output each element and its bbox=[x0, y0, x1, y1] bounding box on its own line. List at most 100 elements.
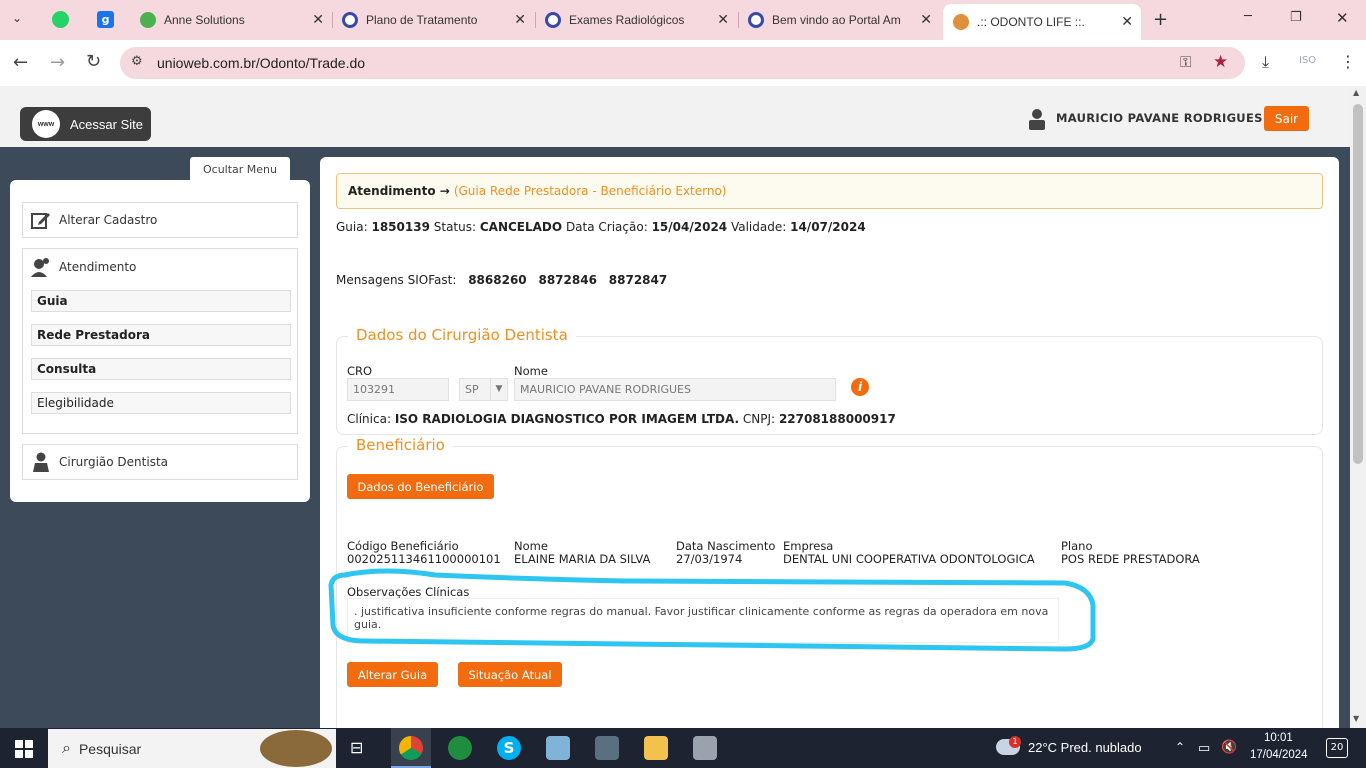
tab-search-chevron-icon[interactable]: ⌄ bbox=[12, 11, 22, 25]
menu-cirurgiao-dentista[interactable]: Cirurgião Dentista bbox=[22, 444, 298, 480]
back-button[interactable]: ← bbox=[13, 52, 28, 73]
chevron-down-icon[interactable]: ▼ bbox=[490, 379, 507, 400]
cro-field[interactable]: 103291 bbox=[347, 378, 449, 401]
scroll-up-arrow-icon[interactable]: ▲ bbox=[1353, 88, 1359, 97]
menu-alterar-cadastro-label: Alterar Cadastro bbox=[59, 213, 158, 227]
close-tab-icon[interactable]: ✕ bbox=[514, 11, 526, 28]
tab-portal[interactable]: Bem vindo ao Portal Am ✕ bbox=[740, 4, 940, 36]
browser-menu-icon[interactable]: ⋮ bbox=[1340, 52, 1356, 71]
logout-button[interactable]: Sair bbox=[1264, 106, 1309, 131]
tab-divider bbox=[332, 12, 333, 28]
restore-button[interactable]: ❐ bbox=[1290, 10, 1302, 25]
clinica-line: Clínica: ISO RADIOLOGIA DIAGNOSTICO POR … bbox=[347, 412, 896, 426]
criacao-label: Data Criação: bbox=[565, 220, 648, 234]
tab-anne-solutions[interactable]: Anne Solutions ✕ bbox=[132, 4, 332, 36]
minimize-button[interactable]: ─ bbox=[1244, 9, 1252, 24]
menu-atendimento-label: Atendimento bbox=[59, 260, 137, 274]
cnpj-value: 22708188000917 bbox=[778, 412, 896, 426]
notification-center-icon[interactable]: 20 bbox=[1326, 738, 1348, 758]
calculator-taskbar-icon[interactable] bbox=[595, 736, 619, 760]
globe-app-taskbar-icon[interactable] bbox=[448, 736, 472, 760]
plano-label: Plano bbox=[1061, 539, 1093, 553]
sidebar-item-rede-prestadora[interactable]: Rede Prestadora bbox=[31, 324, 291, 346]
tab-odonto-life[interactable]: .:: ODONTO LIFE ::. ✕ bbox=[943, 4, 1141, 40]
hide-menu-tab[interactable]: Ocultar Menu bbox=[190, 157, 290, 181]
url-text[interactable]: unioweb.com.br/Odonto/Trade.do bbox=[157, 55, 365, 71]
new-tab-button[interactable]: + bbox=[1153, 9, 1168, 30]
beneficiario-legend: Beneficiário bbox=[348, 436, 453, 454]
sidebar-item-elegibilidade[interactable]: Elegibilidade bbox=[31, 392, 291, 414]
scrollbar-thumb[interactable] bbox=[1353, 104, 1363, 464]
anne-favicon-icon bbox=[140, 12, 156, 28]
bookmark-star-icon[interactable]: ★ bbox=[1213, 52, 1228, 72]
acessar-site-label: Acessar Site bbox=[70, 116, 143, 132]
windows-start-icon[interactable] bbox=[15, 740, 33, 758]
acessar-site-button[interactable]: www Acessar Site bbox=[20, 107, 151, 141]
dados-beneficiario-button[interactable]: Dados do Beneficiário bbox=[347, 474, 494, 499]
mensagens-label: Mensagens SIOFast: bbox=[336, 273, 457, 287]
weather-text[interactable]: 22°C Pred. nublado bbox=[1028, 740, 1142, 755]
tab-divider bbox=[738, 12, 739, 28]
tab-divider bbox=[535, 12, 536, 28]
breadcrumb-subtitle: (Guia Rede Prestadora - Beneficiário Ext… bbox=[453, 184, 727, 198]
close-tab-icon[interactable]: ✕ bbox=[1121, 13, 1133, 30]
menu-alterar-cadastro[interactable]: Alterar Cadastro bbox=[22, 202, 298, 238]
g-pinned-tab-icon[interactable]: g bbox=[97, 11, 114, 28]
notes-app-taskbar-icon[interactable] bbox=[546, 736, 570, 760]
guia-label: Guia: bbox=[336, 220, 368, 234]
menu-atendimento[interactable]: Atendimento bbox=[23, 249, 297, 285]
scroll-down-arrow-icon[interactable]: ▼ bbox=[1353, 714, 1359, 723]
sidebar-item-guia[interactable]: Guia bbox=[31, 290, 291, 312]
odonto-favicon-icon bbox=[953, 14, 969, 30]
cro-label: CRO bbox=[347, 364, 373, 378]
chrome-taskbar-icon[interactable] bbox=[399, 736, 423, 760]
url-omnibox[interactable]: ⚙ unioweb.com.br/Odonto/Trade.do ⚿ ★ bbox=[120, 47, 1245, 79]
show-hidden-icons-chevron-icon[interactable]: ⌃ bbox=[1175, 740, 1185, 754]
alterar-guia-button[interactable]: Alterar Guia bbox=[347, 662, 438, 687]
volume-muted-icon[interactable]: 🔇 bbox=[1221, 739, 1237, 755]
close-tab-icon[interactable]: ✕ bbox=[717, 11, 729, 28]
reload-button[interactable]: ↻ bbox=[86, 51, 101, 72]
close-window-button[interactable]: ✕ bbox=[1336, 9, 1349, 27]
extension-iso-icon[interactable]: ISO bbox=[1299, 55, 1316, 66]
network-icon[interactable]: ▭ bbox=[1198, 740, 1210, 756]
password-key-icon[interactable]: ⚿ bbox=[1180, 53, 1191, 71]
close-tab-icon[interactable]: ✕ bbox=[920, 11, 932, 28]
cnpj-label: CNPJ: bbox=[742, 412, 776, 426]
taskbar-search-placeholder: Pesquisar bbox=[78, 740, 142, 757]
sidebar-menu: Alterar Cadastro Atendimento Guia Rede P… bbox=[10, 180, 310, 502]
tab-plano-tratamento[interactable]: Plano de Tratamento ✕ bbox=[334, 4, 534, 36]
task-view-icon[interactable]: ⊟ bbox=[350, 738, 363, 757]
nome-dentista-field[interactable]: MAURICIO PAVANE RODRIGUES bbox=[514, 378, 836, 401]
clock-date[interactable]: 17/04/2024 bbox=[1250, 749, 1308, 761]
validade-label: Validade: bbox=[730, 220, 787, 234]
dentist-person-icon bbox=[33, 452, 49, 472]
file-explorer-taskbar-icon[interactable] bbox=[644, 736, 668, 760]
uf-selected-value: SP bbox=[465, 383, 479, 396]
taskbar-search[interactable]: ⌕ Pesquisar bbox=[48, 729, 336, 768]
printer-app-taskbar-icon[interactable] bbox=[693, 736, 717, 760]
page-header: www Acessar Site MAURICIO PAVANE RODRIGU… bbox=[0, 86, 1350, 147]
sidebar-item-consulta[interactable]: Consulta bbox=[31, 358, 291, 380]
whatsapp-pinned-tab-icon[interactable] bbox=[52, 11, 69, 28]
browser-tab-bar: ⌄ g Anne Solutions ✕ Plano de Tratamento… bbox=[0, 0, 1366, 40]
clock-time[interactable]: 10:01 bbox=[1264, 732, 1293, 744]
support-agent-icon bbox=[31, 258, 49, 277]
site-info-icon[interactable]: ⚙ bbox=[131, 54, 143, 69]
close-tab-icon[interactable]: ✕ bbox=[312, 11, 324, 28]
situacao-atual-button[interactable]: Situação Atual bbox=[458, 662, 562, 687]
search-icon: ⌕ bbox=[62, 739, 71, 757]
empresa-label: Empresa bbox=[783, 539, 834, 553]
skype-taskbar-icon[interactable]: S bbox=[497, 736, 521, 760]
codigo-beneficiario-label: Código Beneficiário bbox=[347, 539, 459, 553]
mensagem-number: 8872847 bbox=[608, 273, 668, 287]
forward-button[interactable]: → bbox=[50, 52, 65, 73]
download-icon[interactable]: ⤓ bbox=[1262, 52, 1269, 72]
search-highlight-mascot-icon bbox=[260, 730, 332, 767]
breadcrumb-title: Atendimento → bbox=[348, 184, 450, 198]
mensagem-number: 8868260 bbox=[468, 273, 527, 287]
guia-info-line: Guia: 1850139 Status: CANCELADO Data Cri… bbox=[336, 220, 866, 234]
uf-select[interactable]: SP ▼ bbox=[459, 378, 508, 401]
info-icon[interactable]: i bbox=[851, 378, 869, 396]
tab-exames-radiologicos[interactable]: Exames Radiológicos ✕ bbox=[537, 4, 737, 36]
